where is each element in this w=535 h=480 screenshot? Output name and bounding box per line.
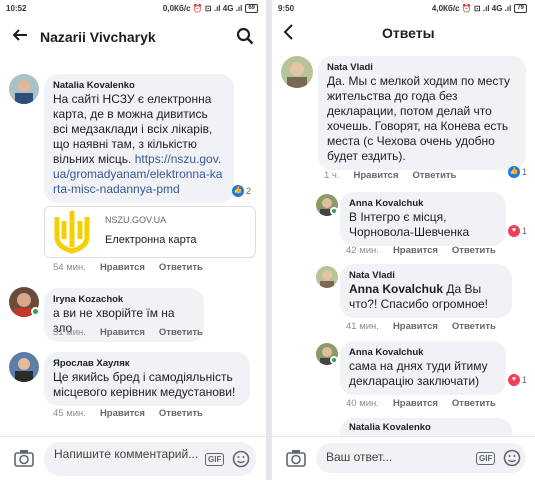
online-indicator <box>330 207 338 215</box>
gif-icon[interactable]: GIF <box>205 453 225 466</box>
avatar[interactable] <box>9 352 39 382</box>
reply-composer: Ваш ответ... GIF <box>272 436 535 480</box>
comment-meta: 54 мин. Нравится Ответить <box>53 262 203 273</box>
comment-bubble[interactable]: Anna Kovalchuk сама на днях туди йтиму д… <box>340 341 506 395</box>
heart-reaction-icon: ♥ <box>508 225 520 237</box>
comment-meta: 51 мин. Нравится Ответить <box>53 327 203 338</box>
emoji-icon[interactable] <box>232 450 250 473</box>
like-button[interactable]: Нравится <box>354 170 399 181</box>
comment-author[interactable]: Anna Kovalchuk <box>349 197 497 210</box>
comment-time: 51 мин. <box>53 327 86 338</box>
comment-time: 40 мин. <box>346 398 379 409</box>
comment-text: В Інтегро є місця, Чорновола-Шевченка <box>349 210 470 239</box>
comment-bubble[interactable]: Nata Vladi Да. Мы с мелкой ходим по мест… <box>318 56 526 170</box>
reaction-count[interactable]: ♥ 1 <box>508 374 527 386</box>
header: Nazarii Vivcharyk <box>0 17 266 59</box>
comment-time: 54 мин. <box>53 262 86 273</box>
avatar[interactable] <box>9 74 39 104</box>
status-info: 0,0Кб/с ⏰ ⊡ .ıl 4G .ıl <box>162 4 243 13</box>
like-button[interactable]: Нравится <box>393 245 438 256</box>
comment-author[interactable]: Natalia Kovalenko <box>349 421 503 434</box>
card-domain: NSZU.GOV.UA <box>105 215 167 225</box>
comment-bubble[interactable]: Ярослав Хауляк Це якийсь бред і самодіял… <box>44 352 250 406</box>
reply-button[interactable]: Ответить <box>452 398 496 409</box>
comment-composer: Напишите комментарий... GIF <box>0 436 266 480</box>
right-screen: 9:50 4,0Кб/с ⏰ ⊡ .ıl 4G .ıl 79 Ответы Na… <box>272 0 535 480</box>
back-arrow-icon[interactable] <box>12 27 28 47</box>
battery-icon: 79 <box>514 4 527 13</box>
back-arrow-icon[interactable] <box>282 23 294 45</box>
comment-bubble[interactable]: Natalia Kovalenko На сайті НСЗУ є електр… <box>44 74 234 203</box>
comment-meta: 40 мин. Нравится Ответить <box>346 398 496 409</box>
like-button[interactable]: Нравится <box>100 262 145 273</box>
online-indicator <box>31 307 40 316</box>
comment-text: Да. Мы с мелкой ходим по месту жительств… <box>327 74 511 163</box>
comment-meta: 41 мин. Нравится Ответить <box>346 321 496 332</box>
like-button[interactable]: Нравится <box>393 398 438 409</box>
comment-meta: 1 ч. Нравится Ответить <box>324 170 456 181</box>
reaction-count[interactable]: 👍 2 <box>232 185 251 197</box>
comment-meta: 45 мин. Нравится Ответить <box>53 408 203 419</box>
comment-text: Це якийсь бред і самодіяльність місцевог… <box>53 370 236 399</box>
mention-link[interactable]: Anna Kovalchuk <box>349 282 443 296</box>
comment-author[interactable]: Nata Vladi <box>327 61 517 74</box>
comment-time: 41 мин. <box>346 321 379 332</box>
reply-button[interactable]: Ответить <box>452 321 496 332</box>
online-indicator <box>330 356 338 364</box>
link-preview-card[interactable]: NSZU.GOV.UA Електронна карта <box>44 206 256 258</box>
status-info: 4,0Кб/с ⏰ ⊡ .ıl 4G .ıl <box>431 4 512 13</box>
like-reaction-icon: 👍 <box>508 166 520 178</box>
comment-author[interactable]: Natalia Kovalenko <box>53 79 225 92</box>
comment-meta: 42 мин. Нравится Ответить <box>346 245 496 256</box>
reply-button[interactable]: Ответить <box>159 408 203 419</box>
reaction-count[interactable]: ♥ 1 <box>508 225 527 237</box>
reply-button[interactable]: Ответить <box>413 170 457 181</box>
status-time: 9:50 <box>278 4 295 13</box>
page-title: Ответы <box>382 25 435 41</box>
comment-time: 42 мин. <box>346 245 379 256</box>
comment-input[interactable]: Напишите комментарий... <box>44 442 256 476</box>
trident-icon <box>45 207 99 257</box>
like-button[interactable]: Нравится <box>100 408 145 419</box>
comment-time: 45 мин. <box>53 408 86 419</box>
card-title: Електронна карта <box>105 234 197 246</box>
header: Ответы <box>272 17 535 59</box>
camera-icon[interactable] <box>14 449 34 472</box>
avatar[interactable] <box>281 56 313 88</box>
comment-time: 1 ч. <box>324 170 340 181</box>
reply-button[interactable]: Ответить <box>159 327 203 338</box>
status-time: 10:52 <box>6 4 27 13</box>
camera-icon[interactable] <box>286 449 306 472</box>
gif-icon[interactable]: GIF <box>476 452 496 465</box>
comment-bubble[interactable]: Anna Kovalchuk В Інтегро є місця, Чорнов… <box>340 192 506 246</box>
emoji-icon[interactable] <box>503 449 521 472</box>
comment-author[interactable]: Anna Kovalchuk <box>349 346 497 359</box>
heart-reaction-icon: ♥ <box>508 374 520 386</box>
like-reaction-icon: 👍 <box>232 185 244 197</box>
like-button[interactable]: Нравится <box>100 327 145 338</box>
comment-author[interactable]: Ярослав Хауляк <box>53 357 241 370</box>
search-icon[interactable] <box>236 27 254 49</box>
status-bar: 10:52 0,0Кб/с ⏰ ⊡ .ıl 4G .ıl 69 <box>0 0 266 17</box>
avatar[interactable] <box>316 266 338 288</box>
reaction-count[interactable]: 👍 1 <box>508 166 527 178</box>
comment-author[interactable]: Nata Vladi <box>349 269 503 282</box>
like-button[interactable]: Нравится <box>393 321 438 332</box>
battery-icon: 69 <box>245 4 258 13</box>
comment-author[interactable]: Iryna Kozachok <box>53 293 195 306</box>
comment-bubble[interactable]: Nata Vladi Anna Kovalchuk Да Вы что?! Сп… <box>340 264 512 318</box>
reply-button[interactable]: Ответить <box>452 245 496 256</box>
reply-button[interactable]: Ответить <box>159 262 203 273</box>
page-title: Nazarii Vivcharyk <box>40 29 156 45</box>
status-bar: 9:50 4,0Кб/с ⏰ ⊡ .ıl 4G .ıl 79 <box>272 0 535 17</box>
left-screen: 10:52 0,0Кб/с ⏰ ⊡ .ıl 4G .ıl 69 Nazarii … <box>0 0 266 480</box>
comment-text: сама на днях туди йтиму декларацію заклю… <box>349 359 488 388</box>
